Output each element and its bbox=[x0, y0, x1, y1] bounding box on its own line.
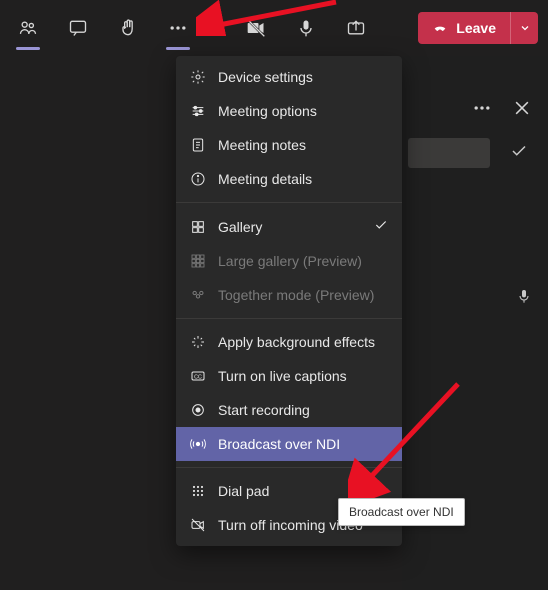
menu-label: Meeting notes bbox=[218, 137, 306, 153]
chat-button[interactable] bbox=[60, 10, 96, 46]
menu-label: Dial pad bbox=[218, 483, 269, 499]
together-icon bbox=[190, 287, 206, 303]
active-indicator bbox=[16, 47, 40, 50]
mic-icon bbox=[296, 18, 316, 38]
panel-more-button[interactable] bbox=[468, 94, 496, 122]
leave-dropdown-button[interactable] bbox=[510, 12, 538, 44]
menu-large-gallery: Large gallery (Preview) bbox=[176, 244, 402, 278]
more-actions-menu: Device settings Meeting options Meeting … bbox=[176, 56, 402, 546]
dialpad-icon bbox=[190, 483, 206, 499]
menu-label: Broadcast over NDI bbox=[218, 436, 340, 452]
tooltip-text: Broadcast over NDI bbox=[349, 505, 454, 519]
check-icon bbox=[374, 218, 388, 235]
camera-off-icon bbox=[246, 18, 266, 38]
camera-button[interactable] bbox=[238, 10, 274, 46]
mic-icon bbox=[516, 288, 532, 304]
grid2-icon bbox=[190, 219, 206, 235]
raise-hand-button[interactable] bbox=[110, 10, 146, 46]
leave-button-group: Leave bbox=[418, 12, 538, 44]
menu-label: Meeting details bbox=[218, 171, 312, 187]
menu-label: Gallery bbox=[218, 219, 262, 235]
menu-start-recording[interactable]: Start recording bbox=[176, 393, 402, 427]
menu-separator bbox=[176, 202, 402, 203]
active-indicator bbox=[166, 47, 190, 50]
panel-input[interactable] bbox=[408, 138, 490, 168]
menu-label: Apply background effects bbox=[218, 334, 375, 350]
menu-separator bbox=[176, 318, 402, 319]
people-icon bbox=[18, 18, 38, 38]
people-button[interactable] bbox=[10, 10, 46, 46]
panel-close-button[interactable] bbox=[508, 94, 536, 122]
panel-confirm-button[interactable] bbox=[510, 142, 528, 165]
leave-label: Leave bbox=[456, 20, 496, 36]
menu-together-mode: Together mode (Preview) bbox=[176, 278, 402, 312]
menu-label: Together mode (Preview) bbox=[218, 287, 374, 303]
svg-text:CC: CC bbox=[194, 375, 202, 381]
menu-label: Device settings bbox=[218, 69, 313, 85]
mic-button[interactable] bbox=[288, 10, 324, 46]
menu-gallery[interactable]: Gallery bbox=[176, 209, 402, 244]
ellipsis-icon bbox=[472, 98, 492, 118]
leave-button[interactable]: Leave bbox=[418, 20, 510, 36]
hand-icon bbox=[118, 18, 138, 38]
sliders-icon bbox=[190, 103, 206, 119]
hangup-icon bbox=[432, 20, 448, 36]
share-button[interactable] bbox=[338, 10, 374, 46]
menu-live-captions[interactable]: CC Turn on live captions bbox=[176, 359, 402, 393]
record-icon bbox=[190, 402, 206, 418]
check-icon bbox=[510, 142, 528, 160]
cc-icon: CC bbox=[190, 368, 206, 384]
menu-meeting-notes[interactable]: Meeting notes bbox=[176, 128, 402, 162]
broadcast-icon bbox=[190, 436, 206, 452]
grid3-icon bbox=[190, 253, 206, 269]
chat-icon bbox=[68, 18, 88, 38]
menu-broadcast-ndi[interactable]: Broadcast over NDI bbox=[176, 427, 402, 461]
close-icon bbox=[512, 98, 532, 118]
sparkle-icon bbox=[190, 334, 206, 350]
chevron-down-icon bbox=[519, 22, 531, 34]
tooltip: Broadcast over NDI bbox=[338, 498, 465, 526]
share-tray-icon bbox=[346, 18, 366, 38]
info-icon bbox=[190, 171, 206, 187]
menu-label: Turn on live captions bbox=[218, 368, 347, 384]
ellipsis-icon bbox=[168, 18, 188, 38]
menu-meeting-details[interactable]: Meeting details bbox=[176, 162, 402, 196]
menu-label: Meeting options bbox=[218, 103, 317, 119]
gear-icon bbox=[190, 69, 206, 85]
menu-label: Start recording bbox=[218, 402, 310, 418]
menu-apply-bg[interactable]: Apply background effects bbox=[176, 325, 402, 359]
video-off-icon bbox=[190, 517, 206, 533]
menu-label: Large gallery (Preview) bbox=[218, 253, 362, 269]
participant-mic-button[interactable] bbox=[516, 288, 532, 309]
notes-icon bbox=[190, 137, 206, 153]
meeting-toolbar: Leave bbox=[0, 8, 548, 48]
menu-device-settings[interactable]: Device settings bbox=[176, 60, 402, 94]
more-actions-button[interactable] bbox=[160, 10, 196, 46]
menu-separator bbox=[176, 467, 402, 468]
menu-meeting-options[interactable]: Meeting options bbox=[176, 94, 402, 128]
